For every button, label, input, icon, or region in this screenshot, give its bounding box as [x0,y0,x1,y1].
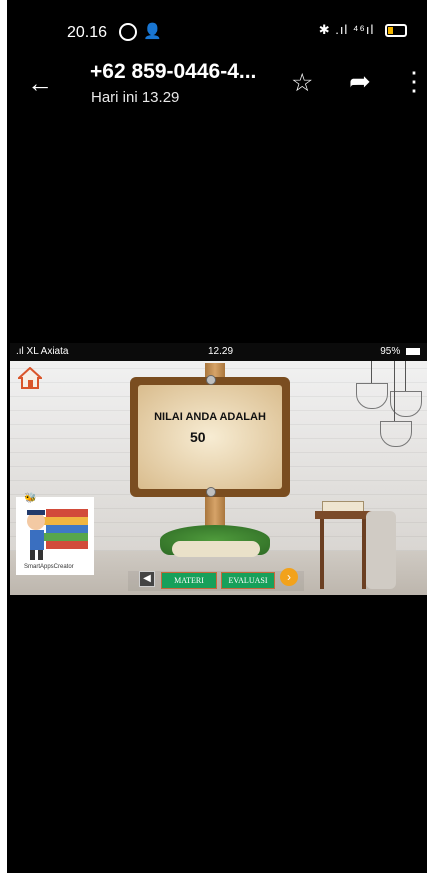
logo-text: SmartAppsCreator [24,564,74,570]
status-time: 20.16 [67,24,108,41]
lamp-cord [405,361,406,391]
books-character-icon [27,509,88,560]
image-time: 12.29 [208,346,234,357]
viewer-frame: 20.16 👤 ✱ .ıl ⁴⁶ıl ← +62 859-0446-4... H… [7,0,427,873]
table-leg [320,519,324,589]
status-bar: 20.16 👤 ✱ .ıl ⁴⁶ıl [7,0,427,56]
image-battery-icon [406,347,420,355]
score-label: NILAI ANDA ADALAH [154,411,266,423]
share-icon[interactable]: ➦ [349,66,371,97]
arrow-left-icon[interactable]: ← [27,68,53,99]
sign-board: NILAI ANDA ADALAH 50 [138,385,282,489]
bee-icon: 🐝 [24,493,37,504]
chevron-left-icon[interactable]: ◀ [139,571,155,587]
bolt-icon [206,375,216,385]
image-battery-text: 95% [380,346,401,357]
bolt-icon [206,487,216,497]
side-table [315,511,373,519]
signal-icons: ✱ .ıl ⁴⁶ıl [318,22,375,37]
more-vertical-icon[interactable]: ⋮ [401,66,427,97]
status-icons: ✱ .ıl ⁴⁶ıl [319,22,407,38]
whatsapp-icon [119,23,137,41]
score-value: 50 [190,429,206,445]
materi-button[interactable]: MATERI [161,572,217,589]
image-status-bar: .ıl XL Axiata 12.29 95% [10,343,427,361]
app-header: ← +62 859-0446-4... Hari ini 13.29 ☆ ➦ ⋮ [7,56,427,116]
rocks [172,541,260,557]
shared-image[interactable]: .ıl XL Axiata 12.29 95% NILAI ANDA ADALA… [10,343,427,595]
lamp-cord [371,361,372,383]
home-icon[interactable] [18,367,42,389]
chevron-right-icon[interactable]: › [280,568,298,586]
score-sign: NILAI ANDA ADALAH 50 [130,375,290,497]
star-icon[interactable]: ☆ [291,68,313,98]
contact-title: +62 859-0446-4... [90,60,257,83]
blanket [366,511,396,589]
battery-icon [385,24,407,38]
person-icon: 👤 [143,23,162,40]
image-carrier: .ıl XL Axiata [16,346,69,357]
lamp-cord [394,361,395,421]
image-battery: 95% [380,346,420,357]
message-time: Hari ini 13.29 [91,89,180,106]
evaluasi-button[interactable]: EVALUASI [221,572,275,589]
